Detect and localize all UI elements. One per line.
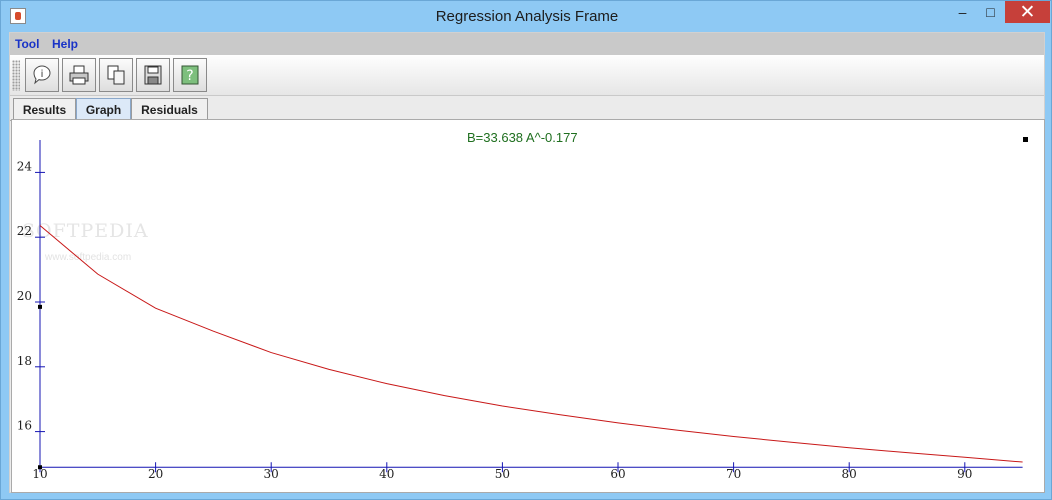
tab-strip: Results Graph Residuals — [10, 98, 1044, 120]
regression-window: Regression Analysis Frame – □ ✕ Tool Hel… — [0, 0, 1052, 500]
toolbar: i ? — [10, 55, 1044, 96]
toolbar-grip[interactable] — [12, 60, 20, 91]
x-tick-label: 30 — [264, 467, 279, 481]
x-tick-label: 20 — [148, 467, 163, 481]
save-button[interactable] — [136, 58, 170, 92]
window-title: Regression Analysis Frame — [435, 8, 619, 25]
info-icon: i — [30, 63, 54, 87]
print-button[interactable] — [62, 58, 96, 92]
legend-point-marker — [1023, 137, 1028, 142]
menu-tool[interactable]: Tool — [15, 37, 39, 51]
x-tick-label: 80 — [842, 467, 857, 481]
y-tick-label: 22 — [17, 224, 32, 238]
y-tick-label: 16 — [17, 419, 32, 433]
print-icon — [67, 63, 91, 87]
save-icon — [141, 63, 165, 87]
tab-graph[interactable]: Graph — [76, 98, 131, 120]
copy-button[interactable] — [99, 58, 133, 92]
y-tick-label: 20 — [17, 289, 32, 303]
graph-panel: SOFTPEDIA www.softpedia.com 16 18 20 22 24 10… — [11, 119, 1045, 493]
maximize-button[interactable]: □ — [977, 1, 1004, 23]
menu-help[interactable]: Help — [52, 37, 78, 51]
regression-curve — [39, 225, 1023, 463]
help-button[interactable]: ? — [173, 58, 207, 92]
x-tick-label: 50 — [495, 467, 510, 481]
window-client: Tool Help i ? Results Graph Residuals SO… — [9, 32, 1045, 493]
data-point — [38, 304, 42, 309]
info-button[interactable]: i — [25, 58, 59, 92]
svg-text:i: i — [41, 69, 44, 80]
regression-chart: 161820222410 20 30 40 50 60 70 80 90 — [17, 140, 1023, 481]
tab-results[interactable]: Results — [13, 98, 76, 120]
close-button[interactable]: ✕ — [1005, 1, 1050, 23]
copy-icon — [104, 63, 128, 87]
y-tick-label: 24 — [17, 159, 33, 173]
x-tick-label: 90 — [957, 467, 972, 481]
title-bar[interactable]: Regression Analysis Frame – □ ✕ — [1, 1, 1052, 32]
x-tick-label: 40 — [379, 467, 394, 481]
data-point — [38, 465, 42, 470]
x-tick-label: 70 — [726, 467, 741, 481]
regression-equation: B=33.638 A^-0.177 — [467, 130, 578, 145]
minimize-button[interactable]: – — [948, 1, 977, 23]
help-icon: ? — [178, 63, 202, 87]
svg-text:?: ? — [186, 68, 193, 84]
menu-bar: Tool Help — [10, 33, 1044, 55]
y-tick-label: 18 — [17, 354, 32, 368]
tab-residuals[interactable]: Residuals — [131, 98, 208, 120]
x-tick-label: 60 — [610, 467, 625, 481]
